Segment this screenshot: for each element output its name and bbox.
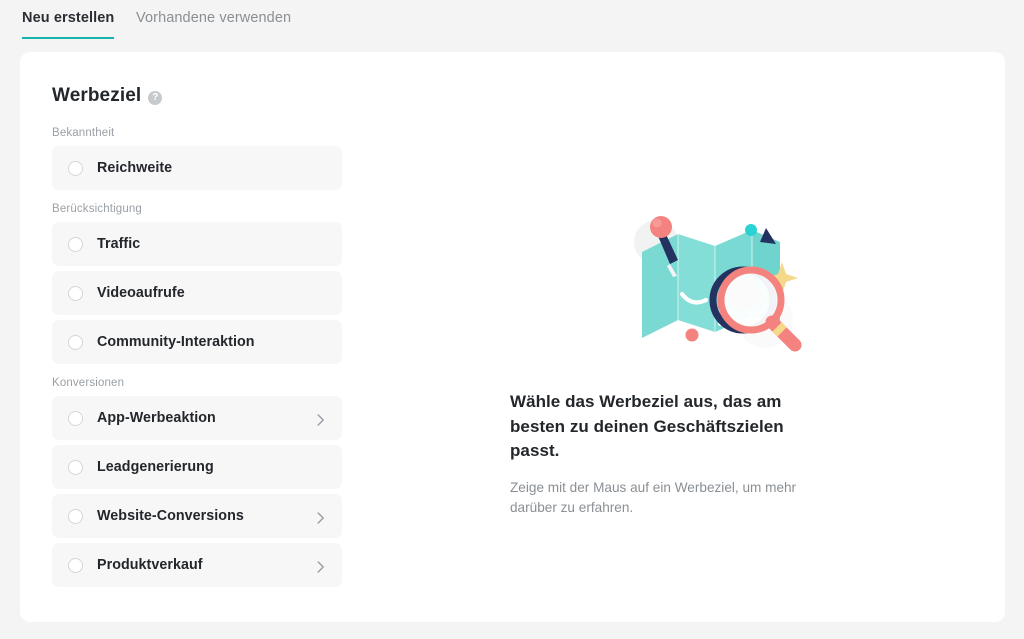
objective-card: Werbeziel ? Bekanntheit Reichweite Berüc… (20, 52, 1005, 622)
objective-group-conversions: Konversionen App-Werbeaktion Leadgenerie… (52, 377, 342, 587)
radio-icon[interactable] (68, 508, 83, 524)
objective-option-traffic[interactable]: Traffic (52, 222, 342, 266)
chevron-right-icon[interactable] (317, 561, 325, 573)
group-label: Konversionen (52, 377, 125, 389)
chevron-right-icon[interactable] (317, 512, 325, 524)
option-label: Website-Conversions (97, 508, 244, 524)
help-circle-icon[interactable]: ? (148, 91, 163, 105)
objective-option-videoaufrufe[interactable]: Videoaufrufe (52, 271, 342, 315)
objective-option-community-interaktion[interactable]: Community-Interaktion (52, 320, 342, 364)
group-label: Bekanntheit (52, 127, 115, 139)
option-label: Reichweite (97, 160, 173, 176)
objective-list-panel: Werbeziel ? Bekanntheit Reichweite Berüc… (52, 85, 342, 592)
option-label: Community-Interaktion (97, 334, 255, 350)
objective-detail-panel: Wähle das Werbeziel aus, das am besten z… (510, 202, 930, 519)
group-label: Berücksichtigung (52, 203, 142, 215)
option-label: Leadgenerierung (97, 459, 214, 475)
option-label: Videoaufrufe (97, 285, 185, 301)
panel-heading: Werbeziel (52, 85, 142, 106)
tab-create-new[interactable]: Neu erstellen (22, 10, 115, 39)
detail-heading: Wähle das Werbeziel aus, das am besten z… (510, 392, 784, 461)
radio-icon[interactable] (68, 410, 83, 426)
objective-option-reichweite[interactable]: Reichweite (52, 146, 342, 190)
objective-option-leadgenerierung[interactable]: Leadgenerierung (52, 445, 342, 489)
option-label: Traffic (97, 236, 141, 252)
page-title: Werbeziel ? (52, 85, 342, 107)
detail-subtext: Zeige mit der Maus auf ein Werbeziel, um… (510, 479, 797, 516)
objective-option-produktverkauf[interactable]: Produktverkauf (52, 543, 342, 587)
objective-group-awareness: Bekanntheit Reichweite (52, 127, 342, 190)
radio-icon[interactable] (68, 236, 83, 252)
radio-icon[interactable] (68, 160, 83, 176)
chevron-right-icon[interactable] (317, 414, 325, 426)
objective-option-website-conversions[interactable]: Website-Conversions (52, 494, 342, 538)
option-label: App-Werbeaktion (97, 410, 216, 426)
map-with-magnifier-illustration (510, 202, 930, 362)
objective-option-app-werbeaktion[interactable]: App-Werbeaktion (52, 396, 342, 440)
option-label: Produktverkauf (97, 557, 203, 573)
radio-icon[interactable] (68, 459, 83, 475)
radio-icon[interactable] (68, 285, 83, 301)
objective-group-consideration: Berücksichtigung Traffic Videoaufrufe Co… (52, 203, 342, 364)
tab-bar: Neu erstellen Vorhandene verwenden (0, 0, 1024, 52)
tab-use-existing[interactable]: Vorhandene verwenden (136, 10, 291, 37)
radio-icon[interactable] (68, 557, 83, 573)
radio-icon[interactable] (68, 334, 83, 350)
